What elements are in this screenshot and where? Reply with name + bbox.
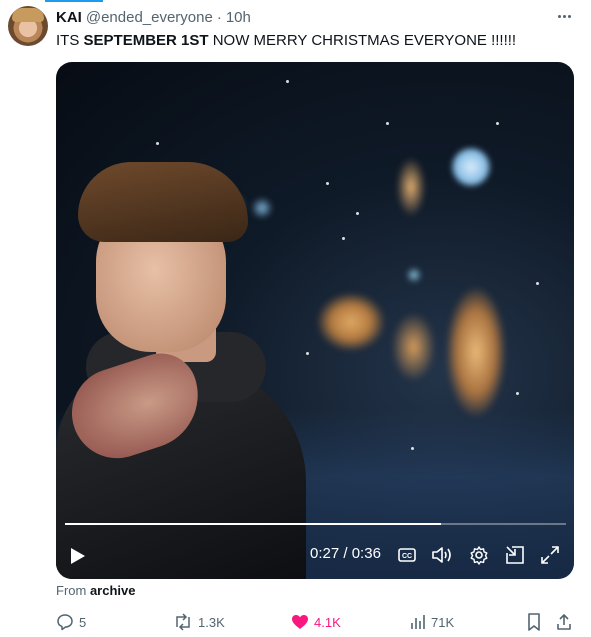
bookmark-button[interactable]: [527, 612, 541, 632]
bokeh-light: [396, 157, 426, 217]
reply-icon: [57, 614, 73, 631]
snowflake: [286, 80, 289, 83]
snowflake: [156, 142, 159, 145]
time-readout: 0:27 / 0:36: [310, 545, 381, 562]
video-controls: 0:27 / 0:36 CC: [56, 540, 574, 572]
repost-button[interactable]: 1.3K: [173, 612, 225, 632]
snowflake: [306, 352, 309, 355]
snowflake: [356, 212, 359, 215]
current-time: 0:27: [310, 545, 340, 562]
video-progress-bar[interactable]: [65, 523, 566, 525]
avatar[interactable]: [8, 6, 48, 46]
bokeh-light: [406, 267, 422, 283]
bokeh-light: [316, 292, 386, 352]
bokeh-light: [251, 197, 273, 219]
tweet-text-suffix: NOW MERRY CHRISTMAS EVERYONE !!!!!!: [208, 32, 517, 49]
bokeh-light: [446, 287, 506, 417]
tweet-text-bold: SEPTEMBER 1ST: [83, 32, 209, 49]
bokeh-light: [391, 312, 436, 382]
like-icon: [292, 615, 308, 629]
snowflake: [496, 122, 499, 125]
reply-count: 5: [79, 614, 87, 630]
share-icon: [557, 614, 571, 630]
settings-icon[interactable]: [469, 545, 489, 565]
tweet-text-prefix: ITS: [56, 32, 84, 49]
author-name[interactable]: KAI: [56, 9, 82, 26]
share-button[interactable]: [556, 612, 572, 632]
like-count: 4.1K: [314, 614, 341, 630]
time-separator: /: [339, 545, 352, 562]
snowflake: [411, 447, 414, 450]
tweet-text: ITS SEPTEMBER 1ST NOW MERRY CHRISTMAS EV…: [56, 31, 516, 51]
snowflake: [326, 182, 329, 185]
views-count: 71K: [431, 614, 455, 630]
snowflake: [516, 392, 519, 395]
snowflake: [536, 282, 539, 285]
source-name[interactable]: archive: [90, 583, 136, 598]
repost-icon: [176, 613, 190, 631]
source-prefix: From: [56, 583, 90, 598]
play-icon[interactable]: [68, 546, 88, 566]
reply-button[interactable]: 5: [56, 612, 86, 632]
snowflake: [342, 237, 345, 240]
separator-dot: ·: [216, 8, 222, 26]
cc-label: CC: [402, 553, 412, 560]
tweet-header: KAI @ended_everyone · 10h: [56, 7, 251, 27]
views-button[interactable]: 71K: [410, 612, 454, 632]
timestamp[interactable]: 10h: [226, 9, 251, 26]
snowflake: [386, 122, 389, 125]
fullscreen-icon[interactable]: [540, 545, 560, 565]
bokeh-light: [451, 147, 491, 187]
video-player[interactable]: 0:27 / 0:36 CC: [56, 62, 574, 579]
repost-count: 1.3K: [198, 614, 225, 630]
cc-icon[interactable]: CC: [398, 547, 416, 563]
pip-icon[interactable]: [505, 545, 525, 565]
media-source: From archive: [56, 583, 136, 598]
bookmark-icon: [528, 613, 540, 631]
views-icon: [411, 615, 425, 629]
like-button[interactable]: 4.1K: [291, 612, 341, 632]
person-hair: [78, 162, 248, 242]
author-handle[interactable]: @ended_everyone: [86, 9, 213, 26]
video-progress-fill: [65, 523, 441, 525]
active-indicator: [45, 0, 103, 2]
volume-icon[interactable]: [431, 545, 453, 565]
duration: 0:36: [351, 545, 381, 562]
tweet-actions: 5 1.3K 4.1K 71K: [56, 612, 574, 632]
more-icon[interactable]: [554, 8, 574, 24]
